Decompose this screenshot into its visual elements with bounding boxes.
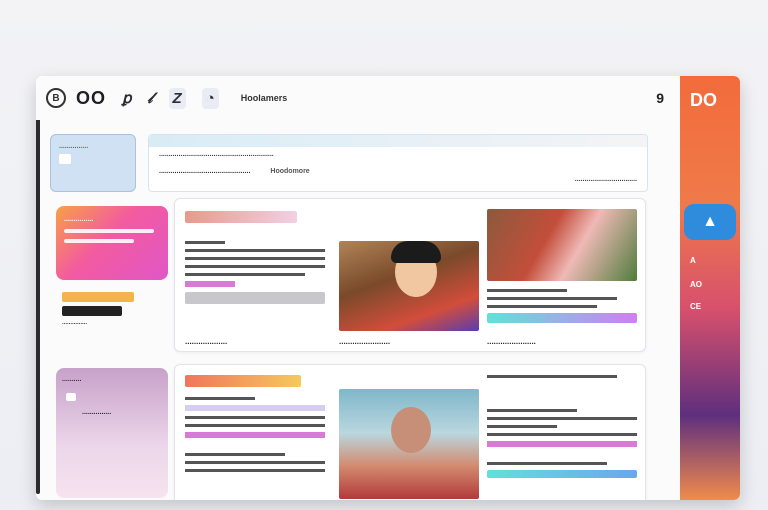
app-logo-icon: B — [46, 88, 66, 108]
post-2-r-line-c — [487, 425, 557, 428]
brand-name: OO — [76, 87, 107, 108]
post-1-line-b — [185, 249, 325, 252]
post-2-line-a — [185, 397, 255, 400]
left-stack: ............... — [62, 292, 152, 330]
post-2-figure — [391, 407, 431, 453]
post-panel-1: ................... ....................… — [174, 198, 646, 352]
post-1-portrait-photo[interactable] — [339, 241, 479, 331]
header-strip — [149, 135, 647, 147]
ghost-icon[interactable]: ꝑ — [122, 89, 132, 107]
post-1-line-a — [185, 241, 225, 244]
post-1-line-d — [185, 265, 325, 268]
post-2-line-e — [185, 461, 325, 464]
left-card-pink[interactable]: ............... — [56, 206, 168, 280]
top-bar: B OO ꝑ 𝓁 Z ◔ Hoolamers 9 — [36, 76, 680, 120]
stack-item-2[interactable] — [62, 306, 152, 316]
header-middle: Hoodomore — [270, 168, 310, 175]
left-card-blue[interactable]: ............... — [50, 134, 136, 192]
post-1-r-line-a — [487, 289, 567, 292]
post-panel-2 — [174, 364, 646, 500]
lilac-card-item: ............... — [82, 409, 112, 416]
header-right: ................................ — [574, 176, 637, 183]
blue-card-title: ............... — [59, 143, 89, 150]
post-1-scene-photo[interactable] — [487, 209, 637, 281]
pink-card-title: ............... — [64, 216, 94, 223]
z-tab-icon[interactable]: Z — [168, 87, 186, 109]
post-2-r-line-a — [487, 409, 577, 412]
right-brand: DO — [690, 90, 717, 110]
post-1-line-c — [185, 257, 325, 260]
blob-icon[interactable]: ◔ — [201, 87, 219, 109]
notification-count[interactable]: 9 — [656, 90, 664, 106]
right-sidebar: DO ▲ A AO CE — [680, 76, 740, 500]
post-2-r-line-title — [487, 375, 617, 378]
post-1-photo-caption: ....................... — [339, 337, 391, 346]
stack-bar-orange — [62, 292, 134, 302]
page-title: Hoolamers — [240, 93, 288, 103]
lilac-card-title: .......... — [62, 376, 82, 383]
post-2-r-line-d — [487, 433, 637, 436]
header-card: ........................................… — [148, 134, 648, 192]
post-2-r-bar — [487, 470, 637, 478]
post-2-right-text — [487, 375, 637, 478]
card-chip-icon — [59, 154, 71, 164]
post-2-line-b — [185, 416, 325, 419]
post-1-r-bar — [487, 313, 637, 323]
post-2-text — [185, 375, 325, 477]
post-2-pill — [185, 375, 301, 387]
app-a-icon[interactable]: ▲ — [684, 204, 736, 240]
pink-card-bar — [64, 229, 154, 233]
post-1-right-text — [487, 289, 637, 323]
pink-card-bar-2 — [64, 239, 134, 243]
stack-bar-dark — [62, 306, 122, 316]
post-1-caption: ................... — [185, 337, 228, 346]
post-2-highlight-b — [185, 432, 325, 438]
header-left: ........................................… — [159, 168, 251, 175]
left-card-lilac[interactable]: .......... ............... — [56, 368, 168, 498]
post-1-highlight — [185, 281, 235, 287]
script-icon[interactable]: 𝓁 — [148, 90, 153, 107]
post-1-right-caption: ...................... — [487, 337, 536, 346]
post-1-line-e — [185, 273, 305, 276]
post-1-r-line-c — [487, 305, 597, 308]
post-1-pill — [185, 211, 297, 223]
lilac-icon — [66, 393, 76, 401]
post-2-line-c — [185, 424, 325, 427]
post-2-highlight-a — [185, 405, 325, 411]
post-1-text — [185, 211, 325, 304]
post-2-r-line-e — [487, 462, 607, 465]
post-1-r-line-b — [487, 297, 617, 300]
right-item-3[interactable]: CE — [690, 302, 701, 311]
post-2-r-line-b — [487, 417, 637, 420]
post-1-gray-bar — [185, 292, 325, 304]
post-2-r-highlight — [487, 441, 637, 447]
post-2-photo[interactable] — [339, 389, 479, 499]
right-item-2[interactable]: AO — [690, 280, 702, 289]
right-item-1[interactable]: A — [690, 256, 696, 265]
post-2-line-d — [185, 453, 285, 456]
post-2-line-f — [185, 469, 325, 472]
stack-item-1[interactable] — [62, 292, 152, 302]
header-line-2: ........................................… — [159, 168, 647, 175]
app-window: B OO ꝑ 𝓁 Z ◔ Hoolamers 9 DO ▲ A AO CE ..… — [36, 76, 740, 500]
stack-item-3[interactable]: ............... — [62, 320, 152, 326]
portrait-hair — [391, 241, 441, 263]
header-line-1: ........................................… — [159, 151, 274, 158]
